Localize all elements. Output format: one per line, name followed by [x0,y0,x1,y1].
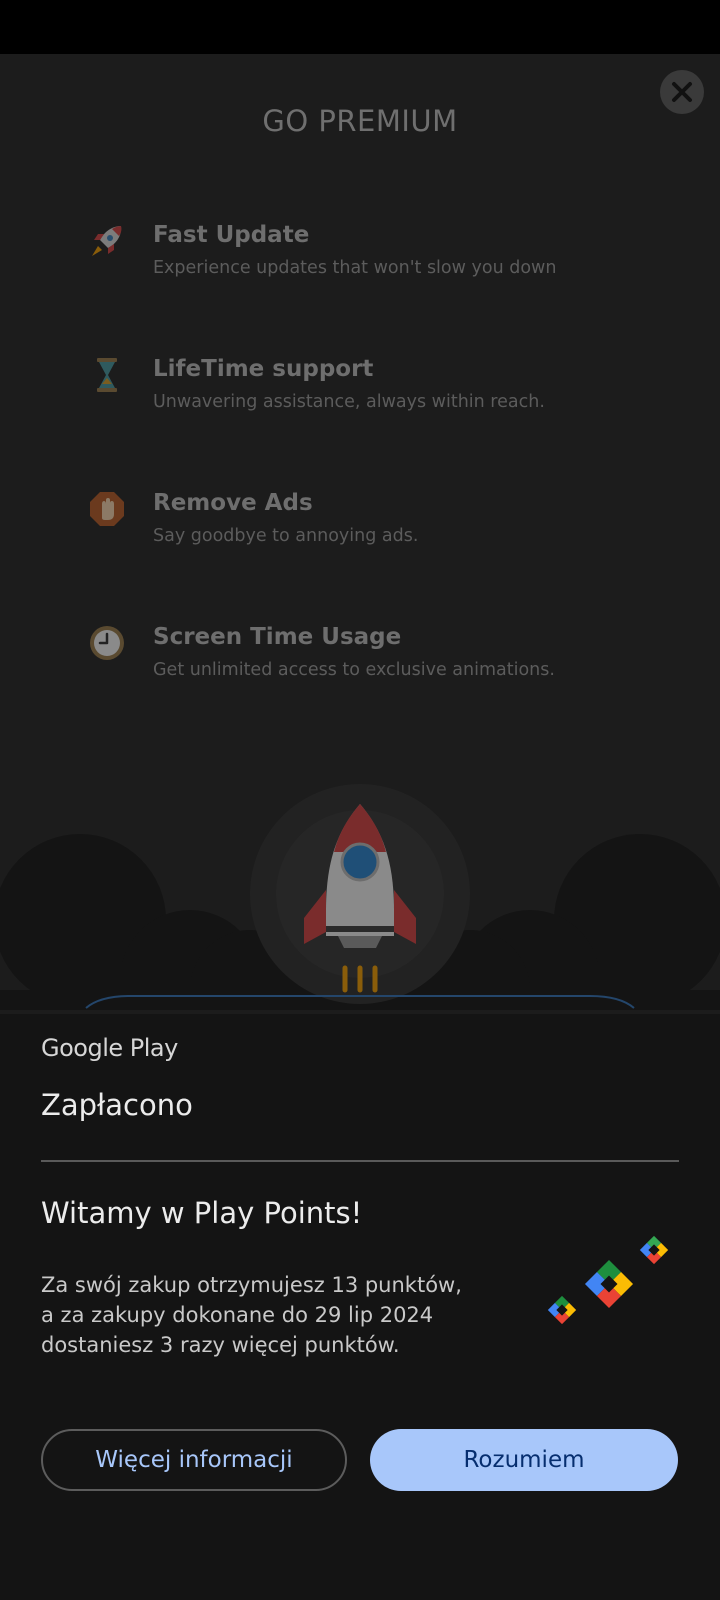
play-points-message: Za swój zakup otrzymujesz 13 punktów, a … [41,1270,511,1360]
got-it-button[interactable]: Rozumiem [370,1429,678,1491]
clock-icon [90,626,124,660]
feature-description: Say goodbye to annoying ads. [153,526,419,546]
feature-description: Experience updates that won't slow you d… [153,258,557,278]
feature-name: Remove Ads [153,490,313,516]
google-play-logo: Google Play [41,1034,178,1062]
message-line: Za swój zakup otrzymujesz 13 punktów, [41,1273,462,1297]
play-points-icon [547,1235,669,1325]
feature-description: Unwavering assistance, always within rea… [153,392,545,412]
payment-status: Zapłacono [41,1088,193,1122]
premium-title: GO PREMIUM [262,104,458,138]
status-bar [0,0,720,54]
message-line: a za zakupy dokonane do 29 lip 2024 [41,1303,434,1327]
feature-name: LifeTime support [153,356,374,382]
feature-description: Get unlimited access to exclusive animat… [153,660,555,680]
feature-name: Screen Time Usage [153,624,402,650]
stop-hand-icon [90,492,124,526]
close-icon [672,82,692,102]
feature-name: Fast Update [153,222,310,248]
more-info-button[interactable]: Więcej informacji [41,1429,347,1491]
message-line: dostaniesz 3 razy więcej punktów. [41,1333,400,1357]
rocket-icon [92,226,122,256]
rocket-illustration [0,784,720,1010]
divider [41,1160,679,1162]
play-points-title: Witamy w Play Points! [41,1196,363,1230]
hourglass-icon [97,358,117,392]
